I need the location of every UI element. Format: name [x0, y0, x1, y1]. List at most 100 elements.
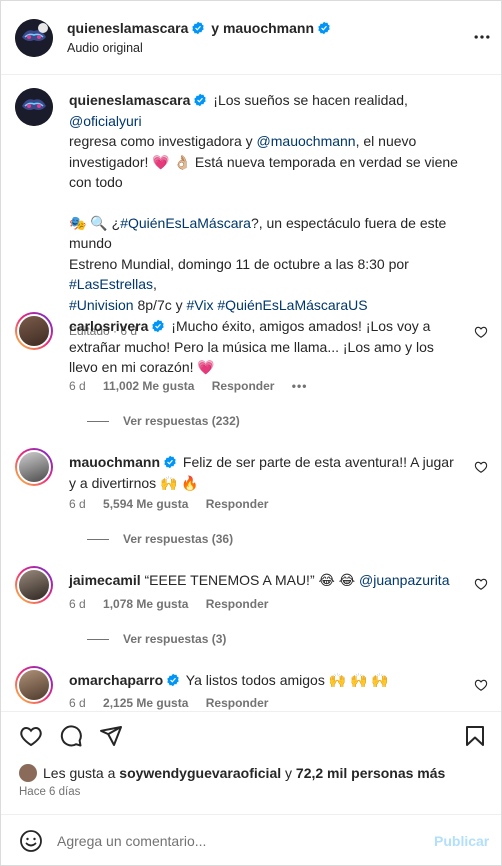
- comment-body: carlosrivera ¡Mucho éxito, amigos amados…: [69, 316, 459, 378]
- liker-avatar[interactable]: [19, 764, 37, 782]
- reply-button[interactable]: Responder: [212, 379, 275, 393]
- comment-more-icon[interactable]: •••: [292, 379, 308, 393]
- comment-username[interactable]: carlosrivera: [69, 318, 148, 334]
- comment-time[interactable]: 6 d: [69, 696, 86, 710]
- reply-button[interactable]: Responder: [206, 696, 269, 710]
- comment-body: jaimecamil “EEEE TENEMOS A MAU!” 😂 😂 @ju…: [69, 570, 459, 591]
- hashtag-link[interactable]: #Vix: [187, 297, 214, 313]
- comment-likes[interactable]: 1,078 Me gusta: [103, 597, 188, 611]
- verified-badge-icon: [152, 319, 165, 333]
- mask-logo-icon: [15, 19, 53, 57]
- caption-author-avatar[interactable]: [15, 88, 53, 126]
- comment-body: omarchaparro Ya listos todos amigos 🙌 🙌 …: [69, 670, 459, 691]
- comments-scroll-area[interactable]: quieneslamascara ¡Los sueños se hacen re…: [1, 76, 501, 711]
- post-caption: quieneslamascara ¡Los sueños se hacen re…: [69, 90, 479, 342]
- comment-body: mauochmann Feliz de ser parte de esta av…: [69, 452, 459, 493]
- view-replies-button[interactable]: Ver respuestas (3): [87, 632, 226, 646]
- caption-text: ,: [153, 276, 157, 292]
- caption-text: regresa como investigadora y: [69, 133, 253, 149]
- caption-text: 🎭 🔍 ¿: [69, 214, 121, 231]
- caption-username[interactable]: quieneslamascara: [69, 92, 190, 108]
- audio-label[interactable]: Audio original: [67, 41, 143, 55]
- view-replies-label: Ver respuestas (36): [123, 532, 234, 546]
- hashtag-link[interactable]: #QuiénEsLaMáscara: [120, 215, 251, 231]
- hashtag-link[interactable]: #Univision: [69, 297, 134, 313]
- share-paper-plane-icon[interactable]: [99, 724, 123, 748]
- verified-badge-icon: [164, 455, 176, 469]
- commenter-avatar[interactable]: [15, 666, 53, 704]
- post-comment-button[interactable]: Publicar: [434, 833, 489, 849]
- view-replies-button[interactable]: Ver respuestas (36): [87, 532, 233, 546]
- like-heart-icon[interactable]: [19, 724, 43, 748]
- comment-username[interactable]: mauochmann: [69, 454, 160, 470]
- hashtag-link[interactable]: #LasEstrellas: [69, 276, 153, 292]
- commenter-avatar[interactable]: [15, 448, 53, 486]
- author-username-2[interactable]: mauochmann: [223, 20, 314, 36]
- like-comment-heart-icon[interactable]: [474, 577, 488, 591]
- caption-text: con todo: [69, 174, 123, 190]
- caption-text: 8p/7c y: [133, 296, 187, 313]
- likes-prefix: Les gusta a: [43, 765, 116, 781]
- post-header: quieneslamascara y mauochmann Audio orig…: [1, 1, 501, 75]
- caption-text: mundo: [69, 235, 112, 251]
- comment-likes[interactable]: 11,002 Me gusta: [103, 379, 194, 393]
- caption-text: investigador! 💗 👌🏼 Está nueva temporada …: [69, 153, 458, 170]
- view-replies-button[interactable]: Ver respuestas (232): [87, 414, 240, 428]
- mention-link[interactable]: @oficialyuri: [69, 113, 142, 129]
- comment-time[interactable]: 6 d: [69, 597, 86, 611]
- more-options-icon[interactable]: [471, 27, 493, 47]
- action-bar: [1, 711, 501, 759]
- comment-meta: 6 d 11,002 Me gusta Responder •••: [69, 379, 321, 393]
- comment-likes[interactable]: 5,594 Me gusta: [103, 497, 188, 511]
- reply-button[interactable]: Responder: [206, 497, 269, 511]
- comment-username[interactable]: omarchaparro: [69, 672, 163, 688]
- verified-badge-icon: [318, 21, 330, 35]
- replies-divider: [87, 421, 109, 423]
- replies-divider: [87, 539, 109, 541]
- commenter-avatar[interactable]: [15, 566, 53, 604]
- comment-text: “EEEE TENEMOS A MAU!” 😂 😂: [144, 572, 356, 588]
- author-connector: y: [211, 20, 220, 36]
- like-comment-heart-icon[interactable]: [474, 325, 488, 339]
- likes-connector: y: [281, 765, 296, 781]
- comment-input[interactable]: [57, 828, 417, 854]
- caption-text: ?, un espectáculo fuera de este: [250, 214, 447, 231]
- commenter-avatar[interactable]: [15, 312, 53, 350]
- comment-username[interactable]: jaimecamil: [69, 572, 141, 588]
- verified-badge-icon: [194, 93, 207, 107]
- post-time[interactable]: Hace 6 días: [19, 786, 80, 798]
- comment-time[interactable]: 6 d: [69, 497, 86, 511]
- post-authors: quieneslamascara y mauochmann: [67, 20, 333, 36]
- likes-count[interactable]: 72,2 mil personas más: [296, 765, 445, 781]
- mention-link[interactable]: @juanpazurita: [359, 572, 450, 588]
- author-avatar[interactable]: [15, 19, 53, 57]
- caption-text: , el nuevo: [355, 133, 417, 149]
- author-username-1[interactable]: quieneslamascara: [67, 20, 188, 36]
- mention-link[interactable]: @mauochmann: [257, 133, 356, 149]
- comment-meta: 6 d 2,125 Me gusta Responder: [69, 696, 282, 710]
- comment-time[interactable]: 6 d: [69, 379, 86, 393]
- verified-badge-icon: [167, 673, 179, 687]
- hashtag-link[interactable]: #QuiénEsLaMáscaraUS: [217, 297, 367, 313]
- caption-text: Estreno Mundial, domingo 11 de octubre a…: [69, 255, 409, 272]
- post-panel: quieneslamascara y mauochmann Audio orig…: [0, 0, 502, 866]
- liker-username[interactable]: soywendyguevaraoficial: [119, 765, 281, 781]
- comment-meta: 6 d 1,078 Me gusta Responder: [69, 597, 282, 611]
- comment-bubble-icon[interactable]: [59, 724, 83, 748]
- add-comment-bar: Publicar: [1, 814, 501, 865]
- comment-meta: 6 d 5,594 Me gusta Responder: [69, 497, 282, 511]
- view-replies-label: Ver respuestas (3): [123, 632, 227, 646]
- verified-badge-icon: [192, 21, 205, 35]
- like-comment-heart-icon[interactable]: [474, 678, 488, 692]
- comment-likes[interactable]: 2,125 Me gusta: [103, 696, 188, 710]
- view-replies-label: Ver respuestas (232): [123, 414, 240, 428]
- likes-summary: Les gusta a soywendyguevaraoficial y 72,…: [19, 764, 445, 782]
- replies-divider: [87, 639, 109, 641]
- save-bookmark-icon[interactable]: [463, 724, 487, 748]
- comment-text: Ya listos todos amigos 🙌 🙌 🙌: [185, 672, 389, 688]
- mask-logo-icon: [15, 88, 53, 126]
- reply-button[interactable]: Responder: [206, 597, 269, 611]
- like-comment-heart-icon[interactable]: [474, 460, 488, 474]
- emoji-icon[interactable]: [19, 829, 43, 853]
